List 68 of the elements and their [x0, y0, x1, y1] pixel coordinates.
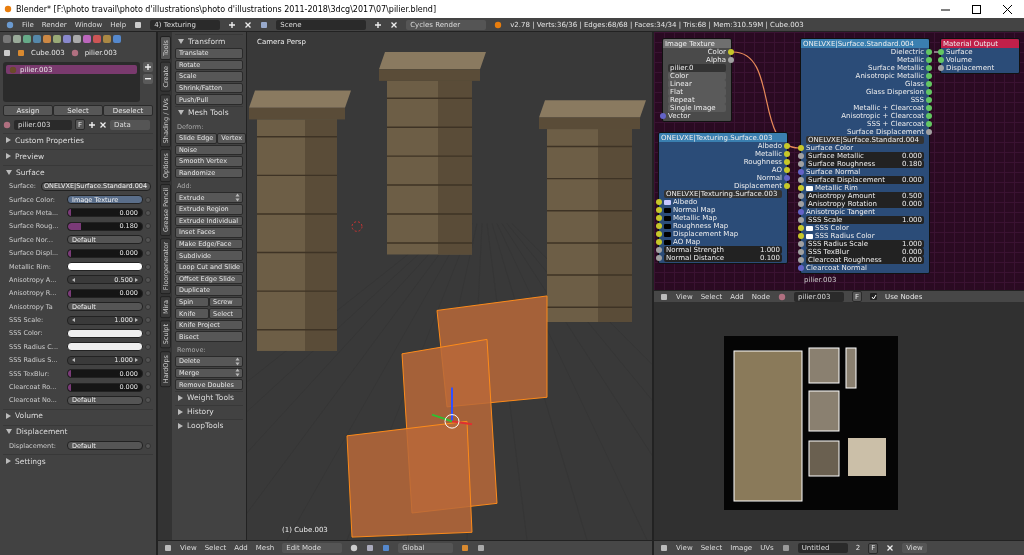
arrow-left-icon[interactable]	[72, 318, 75, 323]
socket-icon[interactable]	[656, 255, 662, 261]
color-swatch[interactable]	[664, 231, 671, 237]
socket-icon[interactable]	[784, 183, 790, 189]
socket-icon[interactable]	[784, 159, 790, 165]
socket-icon[interactable]	[798, 201, 804, 207]
node-link	[933, 51, 940, 53]
color-swatch[interactable]	[664, 199, 671, 205]
color-swatch[interactable]	[664, 223, 671, 229]
arrow-left-icon[interactable]	[72, 277, 75, 282]
socket-icon[interactable]	[926, 97, 932, 103]
window-title: Blender* [F:\photo travail\photo d'illustrations\photo d'illustrations 2011-2018\3dcg\2017\07\pilier.blend]	[16, 4, 438, 14]
socket-icon[interactable]	[798, 241, 804, 247]
socket-icon[interactable]	[798, 217, 804, 223]
plus-icon[interactable]	[374, 20, 383, 29]
add-slot-button[interactable]	[143, 62, 153, 72]
color-swatch[interactable]	[664, 239, 671, 245]
up-down-icon	[236, 356, 239, 366]
socket-icon[interactable]	[728, 57, 734, 63]
close-icon[interactable]	[1003, 4, 1012, 14]
plus-icon[interactable]	[88, 120, 96, 129]
socket-icon[interactable]	[656, 247, 662, 253]
socket-icon[interactable]	[926, 129, 932, 135]
color-swatch[interactable]	[67, 342, 143, 352]
color-swatch[interactable]	[67, 329, 143, 338]
socket-icon[interactable]	[798, 177, 804, 183]
color-swatch[interactable]	[806, 233, 813, 239]
checkbox[interactable]	[870, 293, 878, 300]
socket-icon[interactable]	[784, 151, 790, 157]
arrow-right-icon[interactable]	[135, 358, 138, 363]
socket-icon[interactable]	[798, 153, 804, 159]
socket-icon[interactable]	[798, 161, 804, 167]
arrow-right-icon[interactable]	[135, 318, 138, 323]
socket-icon[interactable]	[926, 73, 932, 79]
socket-icon[interactable]	[938, 49, 944, 55]
socket-icon[interactable]	[926, 113, 932, 119]
socket-icon[interactable]	[926, 65, 932, 71]
socket-icon[interactable]	[798, 145, 804, 151]
maximize-icon[interactable]	[972, 4, 981, 14]
app-logo-icon[interactable]	[494, 20, 503, 29]
socket-icon[interactable]	[798, 249, 804, 255]
socket-icon[interactable]	[926, 121, 932, 127]
color-swatch[interactable]	[806, 185, 813, 191]
up-down-icon	[236, 193, 239, 203]
remove-slot-button[interactable]	[143, 74, 153, 84]
color-swatch[interactable]	[67, 262, 143, 272]
socket-icon[interactable]	[926, 89, 932, 95]
socket-icon[interactable]	[938, 65, 944, 71]
color-swatch[interactable]	[664, 207, 671, 213]
socket-icon[interactable]	[926, 49, 932, 55]
plus-icon[interactable]	[228, 20, 237, 29]
socket-icon[interactable]	[926, 105, 932, 111]
socket-icon[interactable]	[926, 81, 932, 87]
socket-icon[interactable]	[784, 143, 790, 149]
up-down-icon	[236, 368, 239, 378]
color-swatch[interactable]	[806, 225, 813, 231]
arrow-left-icon[interactable]	[72, 358, 75, 363]
socket-icon[interactable]	[728, 49, 734, 55]
socket-icon[interactable]	[938, 57, 944, 63]
socket-icon[interactable]	[784, 167, 790, 173]
arrow-right-icon[interactable]	[135, 277, 138, 282]
socket-icon[interactable]	[798, 257, 804, 263]
socket-icon[interactable]	[926, 57, 932, 63]
socket-icon[interactable]	[798, 185, 804, 191]
color-swatch[interactable]	[664, 215, 671, 221]
socket-icon[interactable]	[798, 193, 804, 199]
app-logo-icon[interactable]	[4, 5, 12, 13]
minus-icon	[145, 78, 151, 80]
